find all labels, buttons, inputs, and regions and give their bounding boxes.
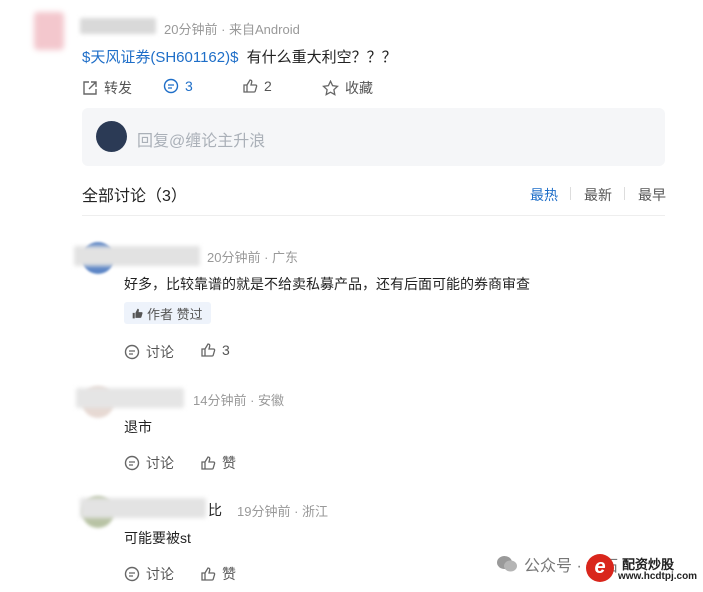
sort-oldest[interactable]: 最早 — [638, 185, 666, 205]
discussion-title: 全部讨论（3） — [82, 188, 187, 205]
comment-like-button[interactable]: 赞 — [200, 564, 236, 584]
post-question: 有什么重大利空？？？ — [246, 49, 397, 66]
comment-discuss-button[interactable]: 讨论 — [124, 453, 174, 473]
comment-discuss-button[interactable]: 讨论 — [124, 342, 174, 362]
comment-icon — [124, 344, 140, 360]
sort-newest[interactable]: 最新 — [584, 185, 612, 205]
logo-e-icon: e — [586, 554, 614, 582]
comment-author-name[interactable] — [76, 388, 184, 408]
logo-url: www.hcdtpj.com — [618, 571, 698, 582]
thumbs-up-icon — [201, 567, 216, 581]
comment-icon — [124, 455, 140, 471]
post-author-avatar[interactable] — [34, 12, 64, 50]
author-liked-badge: 作者 赞过 — [124, 302, 211, 324]
sort-hot[interactable]: 最热 — [530, 185, 558, 205]
sort-divider — [570, 187, 571, 200]
wechat-icon — [497, 556, 517, 572]
comment-meta: 19分钟前 · 浙江 — [237, 504, 329, 519]
comment-like-button[interactable]: 赞 — [200, 453, 236, 473]
comment-like-button[interactable]: 3 — [200, 342, 230, 358]
post-content: $天风证券(SH601162)$ 有什么重大利空？？？ — [82, 46, 397, 67]
thumbs-up-icon — [132, 308, 143, 318]
comment-icon — [124, 566, 140, 582]
comment-author-name[interactable] — [74, 246, 200, 266]
reply-box[interactable]: 回复@缠论主升浪 — [82, 108, 665, 166]
like-button[interactable]: 2 — [242, 78, 272, 94]
comment-text: 可能要被st — [124, 530, 191, 546]
comment-meta: 20分钟前 · 广东 — [207, 250, 299, 265]
favorite-button[interactable]: 收藏 — [322, 78, 373, 98]
post-author-name[interactable] — [80, 18, 156, 34]
comment-discuss-button[interactable]: 讨论 — [124, 564, 174, 584]
comment-text: 退市 — [124, 419, 152, 435]
comment-author-name-suffix: 比 — [208, 502, 222, 518]
repost-icon — [83, 81, 97, 95]
thumbs-up-icon — [201, 343, 216, 357]
comment-meta: 14分钟前 · 安徽 — [193, 393, 285, 408]
comment-count-button[interactable]: 3 — [163, 78, 193, 94]
divider — [82, 215, 665, 216]
post-time-source: 20分钟前 · 来自Android — [164, 22, 300, 37]
stock-link[interactable]: $天风证券(SH601162)$ — [82, 49, 238, 66]
sort-divider — [624, 187, 625, 200]
repost-button[interactable]: 转发 — [82, 78, 132, 98]
site-logo: e 配资炒股 www.hcdtpj.com — [586, 548, 703, 588]
comment-text: 好多，比较靠谱的就是不给卖私募产品，还有后面可能的券商审查 — [124, 276, 530, 292]
star-icon — [322, 80, 339, 96]
reply-input[interactable]: 回复@缠论主升浪 — [137, 127, 265, 151]
comment-author-name[interactable] — [80, 498, 206, 518]
current-user-avatar — [96, 121, 127, 152]
comment-icon — [163, 78, 179, 94]
thumbs-up-icon — [243, 79, 258, 93]
thumbs-up-icon — [201, 456, 216, 470]
